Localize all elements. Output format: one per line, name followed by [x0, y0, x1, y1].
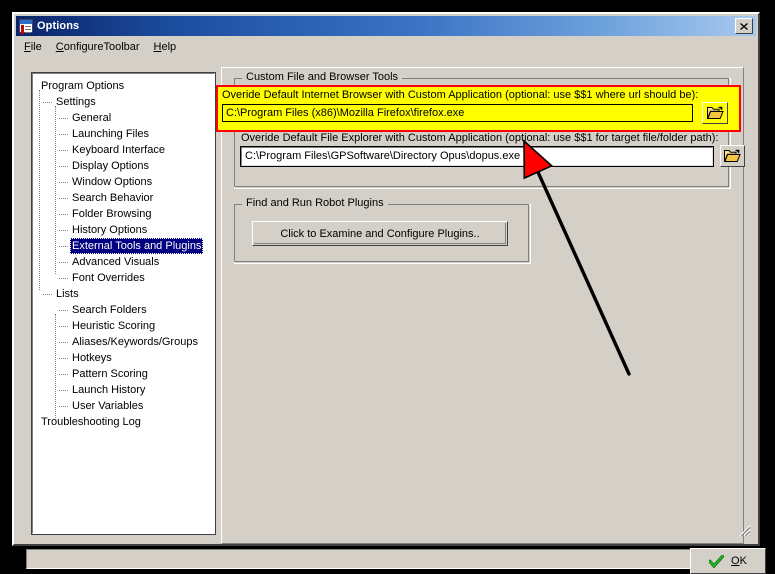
tree-item-label: Display Options [70, 158, 151, 174]
tree-item-lists[interactable]: Lists [37, 286, 214, 302]
group-title: Find and Run Robot Plugins [242, 197, 388, 209]
tree-item-hotkeys[interactable]: Hotkeys [37, 350, 214, 366]
open-folder-icon [707, 106, 724, 120]
tree-item-launching-files[interactable]: Launching Files [37, 126, 214, 142]
tree-item-search-folders[interactable]: Search Folders [37, 302, 214, 318]
tree-item-label: Search Behavior [70, 190, 155, 206]
tree-item-label: Keyboard Interface [70, 142, 167, 158]
find-run-robot-plugins-group: Find and Run Robot Plugins Click to Exam… [234, 204, 531, 264]
tree-item-user-variables[interactable]: User Variables [37, 398, 214, 414]
close-button[interactable] [735, 18, 753, 34]
tree-item-label: User Variables [70, 398, 145, 414]
ok-button[interactable]: OK [690, 548, 766, 574]
tree-item-label: Pattern Scoring [70, 366, 150, 382]
options-window-icon [19, 19, 33, 33]
close-icon [740, 23, 748, 30]
tree-item-label: Settings [54, 94, 98, 110]
settings-right-pane: Custom File and Browser Tools Overide De… [221, 67, 744, 544]
tree-item-history-options[interactable]: History Options [37, 222, 214, 238]
options-tree-panel[interactable]: Program OptionsSettingsGeneralLaunching … [32, 73, 215, 534]
menu-item-configuretoolbar-rest: onfigureToolbar [64, 41, 140, 53]
tree-item-external-tools-and-plugins[interactable]: External Tools and Plugins [37, 238, 214, 254]
configure-plugins-button-label: Click to Examine and Configure Plugins.. [280, 228, 479, 240]
desktop-background: Options File ConfigureToolbar Help Progr… [0, 0, 775, 563]
tree-item-label: Hotkeys [70, 350, 114, 366]
tree-item-settings[interactable]: Settings [37, 94, 214, 110]
browser-override-highlight: Overide Default Internet Browser with Cu… [216, 85, 741, 132]
configure-plugins-button[interactable]: Click to Examine and Configure Plugins.. [252, 221, 508, 246]
tree-item-label: Launch History [70, 382, 147, 398]
green-check-icon [709, 555, 724, 568]
ok-button-label-rest: K [740, 555, 747, 567]
tree-item-label: History Options [70, 222, 149, 238]
status-bar [26, 549, 744, 569]
menu-bar: File ConfigureToolbar Help [17, 38, 755, 55]
tree-item-label: Launching Files [70, 126, 151, 142]
browser-override-label: Overide Default Internet Browser with Cu… [222, 89, 698, 101]
menu-item-configuretoolbar[interactable]: ConfigureToolbar [49, 40, 147, 54]
tree-item-label: Font Overrides [70, 270, 147, 286]
tree-connector-line [55, 106, 56, 274]
menu-item-file-rest: ile [31, 41, 42, 53]
ok-button-label: OK [731, 555, 747, 567]
tree-item-font-overrides[interactable]: Font Overrides [37, 270, 214, 286]
tree-item-label: Program Options [39, 78, 126, 94]
tree-item-window-options[interactable]: Window Options [37, 174, 214, 190]
tree-item-general[interactable]: General [37, 110, 214, 126]
tree-item-keyboard-interface[interactable]: Keyboard Interface [37, 142, 214, 158]
tree-item-label: Window Options [70, 174, 154, 190]
browser-override-browse-button[interactable] [702, 102, 728, 124]
tree-item-aliases-keywords-groups[interactable]: Aliases/Keywords/Groups [37, 334, 214, 350]
tree-item-heuristic-scoring[interactable]: Heuristic Scoring [37, 318, 214, 334]
browser-override-input[interactable]: C:\Program Files (x86)\Mozilla Firefox\f… [222, 104, 693, 122]
tree-connector-line [39, 90, 40, 290]
tree-item-label: Heuristic Scoring [70, 318, 157, 334]
menu-item-help-rest: elp [162, 41, 177, 53]
tree-item-launch-history[interactable]: Launch History [37, 382, 214, 398]
tree-item-advanced-visuals[interactable]: Advanced Visuals [37, 254, 214, 270]
title-bar[interactable]: Options [16, 16, 756, 36]
tree-item-label: General [70, 110, 113, 126]
tree-item-label: Advanced Visuals [70, 254, 161, 270]
explorer-override-browse-button[interactable] [720, 145, 745, 167]
group-title: Custom File and Browser Tools [242, 71, 402, 83]
tree-item-troubleshooting-log[interactable]: Troubleshooting Log [37, 414, 214, 430]
menu-item-help[interactable]: Help [147, 40, 184, 54]
tree-item-label: Lists [54, 286, 81, 302]
resize-grip[interactable] [737, 523, 751, 537]
open-folder-icon [724, 149, 741, 163]
window-title: Options [37, 20, 79, 32]
tree-item-label: Search Folders [70, 302, 149, 318]
tree-item-pattern-scoring[interactable]: Pattern Scoring [37, 366, 214, 382]
tree-item-label: External Tools and Plugins [70, 238, 203, 254]
menu-item-file[interactable]: File [17, 40, 49, 54]
explorer-override-label: Overide Default File Explorer with Custo… [241, 132, 719, 144]
options-tree: Program OptionsSettingsGeneralLaunching … [33, 74, 214, 430]
group-body: Click to Examine and Configure Plugins.. [234, 204, 531, 264]
tree-connector-line [55, 314, 56, 418]
tree-item-display-options[interactable]: Display Options [37, 158, 214, 174]
tree-item-label: Aliases/Keywords/Groups [70, 334, 200, 350]
tree-item-label: Folder Browsing [70, 206, 153, 222]
tree-item-program-options[interactable]: Program Options [37, 78, 214, 94]
tree-item-search-behavior[interactable]: Search Behavior [37, 190, 214, 206]
explorer-override-input[interactable]: C:\Program Files\GPSoftware\Directory Op… [241, 147, 713, 166]
tree-item-folder-browsing[interactable]: Folder Browsing [37, 206, 214, 222]
